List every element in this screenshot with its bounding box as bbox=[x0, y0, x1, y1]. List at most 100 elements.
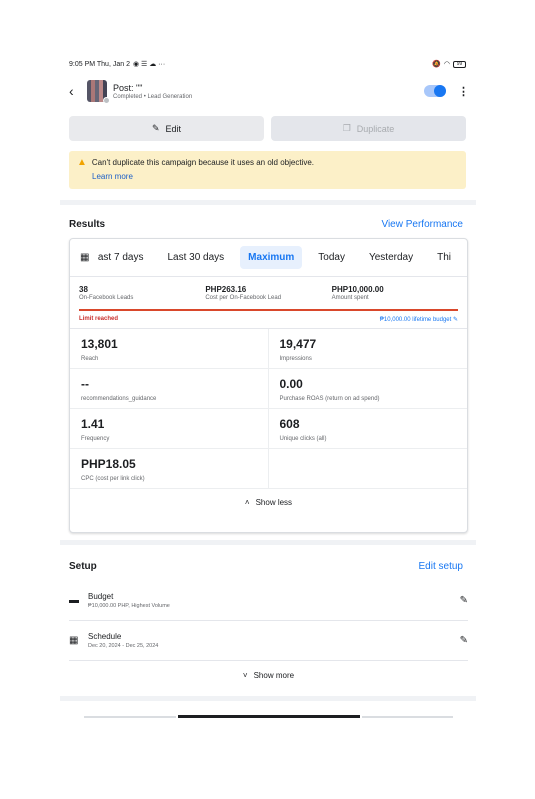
metric-label: CPC (cost per link click) bbox=[81, 476, 145, 482]
tab-today[interactable]: Today bbox=[310, 246, 353, 269]
limit-reached-label: Limit reached bbox=[79, 316, 119, 322]
duplicate-button[interactable]: ❐ Duplicate bbox=[271, 116, 466, 141]
metrics-grid: 13,801 Reach 19,477 Impressions -- recom… bbox=[70, 329, 467, 489]
battery-icon: 99 bbox=[453, 60, 466, 68]
section-divider bbox=[60, 696, 476, 701]
duplicate-label: Duplicate bbox=[356, 123, 395, 134]
nav-bar-right bbox=[362, 716, 453, 718]
learn-more-link[interactable]: Learn more bbox=[92, 172, 458, 181]
post-subtitle: Completed • Lead Generation bbox=[113, 94, 424, 100]
metric-cell-empty bbox=[268, 449, 467, 489]
show-more-button[interactable]: ˅ Show more bbox=[69, 667, 468, 683]
setup-item-title: Schedule bbox=[88, 632, 122, 641]
post-thumbnail bbox=[87, 80, 110, 104]
campaign-header: ‹ Post: "" Completed • Lead Generation ⋮ bbox=[69, 78, 469, 104]
metric-cell: 608 Unique clicks (all) bbox=[268, 409, 467, 449]
stat-label: On-Facebook Leads bbox=[79, 295, 134, 301]
results-card: ▦ ast 7 days Last 30 days Maximum Today … bbox=[69, 238, 468, 533]
more-options-icon[interactable]: ⋮ bbox=[458, 85, 469, 98]
status-time: 9:05 PM Thu, Jan 2 bbox=[69, 60, 130, 68]
metric-value: 0.00 bbox=[279, 377, 303, 391]
setup-item-budget[interactable]: ▬ Budget ₱10,000.00 PHP, Highest Volume … bbox=[69, 581, 468, 621]
metric-value: 13,801 bbox=[81, 337, 118, 351]
results-title: Results bbox=[69, 219, 106, 230]
section-divider bbox=[60, 540, 476, 545]
metric-label: Reach bbox=[81, 356, 99, 362]
stat-value: 38 bbox=[79, 285, 88, 294]
setup-item-schedule[interactable]: ▦ Schedule Dec 20, 2024 - Dec 25, 2024 ✎ bbox=[69, 621, 468, 661]
campaign-status: Completed bbox=[113, 93, 143, 100]
status-bar: 9:05 PM Thu, Jan 2 ◉ ☰ ☁ ··· 🔕 ◠ 99 bbox=[69, 58, 466, 70]
wifi-icon: ◠ bbox=[443, 61, 450, 68]
setup-header: Setup Edit setup bbox=[69, 561, 463, 572]
date-range-tabs: ▦ ast 7 days Last 30 days Maximum Today … bbox=[70, 239, 467, 277]
campaign-toggle[interactable] bbox=[424, 85, 446, 97]
toggle-knob bbox=[434, 85, 446, 97]
metric-label: Purchase ROAS (return on ad spend) bbox=[279, 396, 380, 402]
setup-item-title: Budget bbox=[88, 592, 114, 601]
metric-label: Frequency bbox=[81, 436, 110, 442]
metric-cell: 0.00 Purchase ROAS (return on ad spend) bbox=[268, 369, 467, 409]
setup-item-subtitle: ₱10,000.00 PHP, Highest Volume bbox=[88, 603, 170, 609]
budget-limit-row: Limit reached ₱10,000.00 lifetime budget… bbox=[70, 311, 467, 329]
metric-cell: 13,801 Reach bbox=[70, 329, 269, 369]
lifetime-budget-link[interactable]: ₱10,000.00 lifetime budget ✎ bbox=[380, 316, 458, 323]
summary-stat: PHP10,000.00 Amount spent bbox=[332, 285, 458, 301]
campaign-objective: • Lead Generation bbox=[143, 93, 193, 100]
metric-label: Impressions bbox=[279, 356, 312, 362]
stat-value: PHP10,000.00 bbox=[331, 285, 384, 294]
pencil-icon: ✎ bbox=[151, 123, 160, 133]
back-icon[interactable]: ‹ bbox=[69, 83, 87, 99]
stat-value: PHP263.16 bbox=[205, 285, 247, 294]
edit-budget-pencil-icon[interactable]: ✎ bbox=[456, 595, 468, 606]
metric-value: PHP18.05 bbox=[81, 457, 136, 471]
warning-banner: ▲ Can't duplicate this campaign because … bbox=[69, 151, 466, 189]
duplicate-icon: ❐ bbox=[342, 123, 351, 133]
stat-label: Cost per On-Facebook Lead bbox=[205, 295, 282, 301]
show-less-button[interactable]: ˄ Show less bbox=[70, 489, 467, 515]
edit-label: Edit bbox=[165, 123, 182, 134]
status-dot bbox=[103, 97, 110, 104]
tab-last-30-days[interactable]: Last 30 days bbox=[159, 246, 232, 269]
card-icon: ▬ bbox=[69, 595, 79, 606]
setup-item-subtitle: Dec 20, 2024 - Dec 25, 2024 bbox=[88, 643, 159, 649]
tab-last-7-days[interactable]: ast 7 days bbox=[90, 246, 152, 269]
metric-value: 608 bbox=[279, 417, 300, 431]
view-performance-link[interactable]: View Performance bbox=[381, 219, 463, 230]
metric-value: -- bbox=[81, 377, 89, 391]
home-indicator[interactable] bbox=[178, 715, 360, 718]
lifetime-budget-label: ₱10,000.00 lifetime budget bbox=[379, 317, 452, 323]
warning-message: Can't duplicate this campaign because it… bbox=[91, 158, 315, 167]
section-divider bbox=[60, 200, 476, 205]
metric-label: recommendations_guidance bbox=[81, 396, 157, 402]
mute-icon: 🔕 bbox=[432, 61, 441, 68]
show-less-label: Show less bbox=[255, 497, 293, 507]
summary-stat: 38 On-Facebook Leads bbox=[79, 285, 205, 301]
edit-button[interactable]: ✎ Edit bbox=[69, 116, 264, 141]
chevron-up-icon: ˄ bbox=[244, 497, 250, 507]
edit-setup-link[interactable]: Edit setup bbox=[419, 561, 463, 572]
pencil-icon: ✎ bbox=[452, 317, 458, 323]
calendar-icon[interactable]: ▦ bbox=[80, 252, 90, 263]
action-buttons: ✎ Edit ❐ Duplicate bbox=[69, 116, 466, 141]
calendar-icon: ▦ bbox=[69, 635, 79, 646]
summary-stat: PHP263.16 Cost per On-Facebook Lead bbox=[205, 285, 331, 301]
metric-cell: 1.41 Frequency bbox=[70, 409, 269, 449]
notification-icons: ◉ ☰ ☁ ··· bbox=[132, 61, 166, 68]
edit-schedule-pencil-icon[interactable]: ✎ bbox=[456, 635, 468, 646]
warning-icon: ▲ bbox=[77, 157, 87, 168]
stat-label: Amount spent bbox=[331, 295, 369, 301]
metric-cell: PHP18.05 CPC (cost per link click) bbox=[70, 449, 269, 489]
summary-stats: 38 On-Facebook Leads PHP263.16 Cost per … bbox=[70, 277, 467, 305]
metric-cell: -- recommendations_guidance bbox=[70, 369, 269, 409]
metric-cell: 19,477 Impressions bbox=[268, 329, 467, 369]
results-header: Results View Performance bbox=[69, 219, 463, 230]
tab-this[interactable]: Thi bbox=[429, 246, 459, 269]
metric-value: 19,477 bbox=[279, 337, 317, 351]
tab-yesterday[interactable]: Yesterday bbox=[361, 246, 421, 269]
chevron-down-icon: ˅ bbox=[242, 670, 248, 680]
tab-maximum[interactable]: Maximum bbox=[240, 246, 303, 269]
metric-label: Unique clicks (all) bbox=[279, 436, 327, 442]
show-more-label: Show more bbox=[253, 670, 295, 680]
nav-bar-left bbox=[84, 716, 176, 718]
